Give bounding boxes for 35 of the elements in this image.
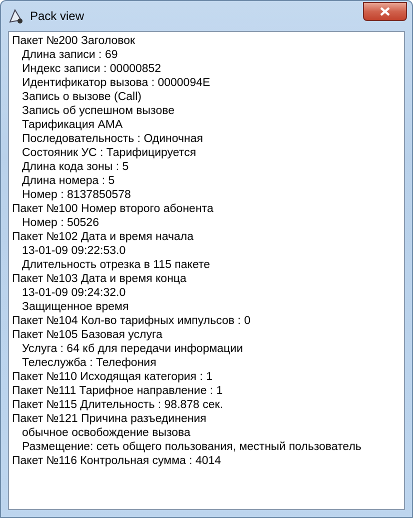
packet-title: Пакет №115 Длительность : 98.878 сек. xyxy=(12,398,224,412)
packet-field: Идентификатор вызова : 0000094E xyxy=(12,76,401,90)
app-icon xyxy=(8,8,24,24)
packet-field: Запись о вызове (Call) xyxy=(12,90,401,104)
packet-field: Длительность отрезка в 115 пакете xyxy=(12,258,401,272)
packet-field: Последовательность : Одиночная xyxy=(12,132,401,146)
packet-field: Номер : 50526 xyxy=(12,216,401,230)
packet-field: обычное освобождение вызова xyxy=(12,426,401,440)
packet-title: Пакет №116 Контрольная сумма : 4014 xyxy=(12,454,222,468)
packet-field: Длина номера : 5 xyxy=(12,174,401,188)
packet-title: Пакет №110 Исходящая категория : 1 xyxy=(12,370,214,384)
packet-title: Пакет №102 Дата и время начала xyxy=(12,230,195,244)
packet-field: Запись об успешном вызове xyxy=(12,104,401,118)
close-icon xyxy=(380,6,390,16)
packet-field: Тарификация AMA xyxy=(12,118,401,132)
packet-title: Пакет №104 Кол-во тарифных импульсов : 0 xyxy=(12,314,252,328)
packet-field: Услуга : 64 кб для передачи информации xyxy=(12,342,401,356)
packet-title: Пакет №103 Дата и время конца xyxy=(12,272,188,286)
packet-title: Пакет №121 Причина разъединения xyxy=(12,412,208,426)
close-button[interactable] xyxy=(363,2,407,20)
window-title: Pack view xyxy=(30,9,84,23)
packet-field: Длина кода зоны : 5 xyxy=(12,160,401,174)
packet-title: Пакет №200 Заголовок xyxy=(12,34,136,48)
packet-field: 13-01-09 09:22:53.0 xyxy=(12,244,401,258)
packet-title: Пакет №105 Базовая услуга xyxy=(12,328,164,342)
packet-title: Пакет №111 Тарифное направление : 1 xyxy=(12,384,224,398)
packet-field: Длина записи : 69 xyxy=(12,48,401,62)
packet-field: Индекс записи : 00000852 xyxy=(12,62,401,76)
packet-field: 13-01-09 09:24:32.0 xyxy=(12,286,401,300)
packet-field: Телеслужба : Телефония xyxy=(12,356,401,370)
packet-field: Защищенное время xyxy=(12,300,401,314)
packet-field: Размещение: сеть общего пользования, местный пользователь xyxy=(12,440,401,454)
packet-field: Номер : 8137850578 xyxy=(12,188,401,202)
packet-field: Состояник УС : Тарифицируется xyxy=(12,146,401,160)
packet-title: Пакет №100 Номер второго абонента xyxy=(12,202,214,216)
